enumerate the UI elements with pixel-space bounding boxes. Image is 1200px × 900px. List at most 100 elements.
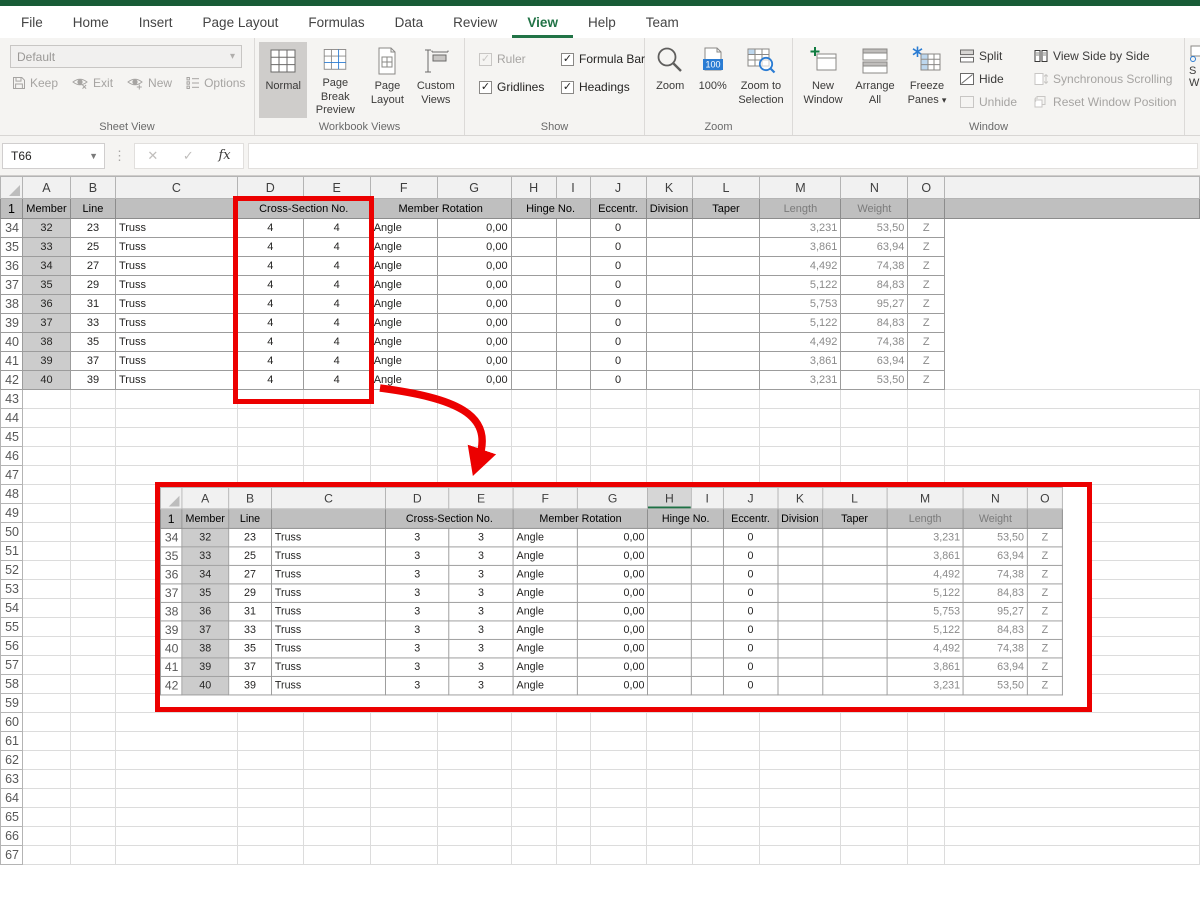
cell[interactable] [944, 712, 1200, 732]
options-button[interactable]: Options [186, 76, 245, 90]
header-cell[interactable]: Cross-Section No. [385, 508, 514, 529]
cell[interactable]: 0 [723, 675, 779, 696]
cell[interactable] [691, 712, 761, 732]
cell[interactable] [690, 601, 725, 622]
cell[interactable] [69, 693, 116, 713]
cell[interactable]: 4 [302, 370, 371, 390]
cell[interactable] [589, 731, 647, 751]
cell[interactable] [114, 826, 238, 846]
cell[interactable]: Z [907, 237, 946, 257]
cell[interactable] [944, 427, 1200, 447]
freeze-panes-button[interactable]: Freeze Panes ▾ [901, 42, 953, 118]
cell[interactable]: 0 [723, 657, 779, 677]
ribbon-tab-page-layout[interactable]: Page Layout [188, 6, 294, 38]
cell[interactable]: 3 [448, 546, 514, 566]
cell[interactable]: 0 [589, 218, 647, 238]
cell[interactable]: 53,50 [840, 218, 909, 238]
cell[interactable] [555, 313, 591, 333]
cell[interactable] [840, 788, 909, 808]
column-header-I[interactable]: I [555, 176, 591, 199]
cell[interactable] [821, 638, 888, 659]
cell[interactable] [69, 522, 116, 542]
cell[interactable]: 3 [385, 657, 450, 677]
cell[interactable] [907, 427, 946, 447]
cell[interactable]: Angle [512, 546, 578, 566]
cell[interactable] [510, 313, 557, 333]
cell[interactable] [645, 750, 693, 770]
cell[interactable] [555, 750, 591, 770]
cell[interactable] [691, 256, 761, 276]
cell[interactable] [647, 675, 692, 696]
cell[interactable]: 3,231 [759, 218, 842, 238]
cell[interactable] [69, 446, 116, 466]
cell[interactable] [555, 332, 591, 352]
cell[interactable]: 4,492 [759, 256, 842, 276]
cell[interactable]: 5,753 [886, 601, 964, 622]
cell[interactable]: 33 [21, 237, 71, 257]
cell[interactable]: 4 [236, 294, 304, 314]
cell[interactable]: 5,122 [886, 620, 964, 640]
header-cell[interactable]: Weight [840, 198, 909, 219]
cancel-button[interactable]: ✕ [147, 148, 158, 164]
column-header-J[interactable]: J [723, 487, 779, 510]
cell[interactable]: Truss [114, 256, 238, 276]
row-header-56[interactable]: 56 [0, 636, 23, 656]
cell[interactable]: 0 [589, 332, 647, 352]
cell[interactable] [236, 427, 304, 447]
row-header-65[interactable]: 65 [0, 807, 23, 827]
cell[interactable] [21, 579, 71, 599]
cell[interactable] [645, 845, 693, 865]
column-header-B[interactable]: B [69, 176, 116, 199]
cell[interactable] [690, 564, 725, 585]
cell[interactable] [302, 446, 371, 466]
cell[interactable]: 33 [228, 620, 272, 640]
cell[interactable] [589, 389, 647, 409]
cell[interactable] [21, 389, 71, 409]
row-header-40[interactable]: 40 [0, 332, 23, 352]
cell[interactable] [645, 408, 693, 428]
cell[interactable] [944, 446, 1200, 466]
cell[interactable] [69, 731, 116, 751]
cell[interactable]: Truss [270, 583, 387, 603]
cell[interactable] [69, 807, 116, 827]
cell[interactable] [589, 750, 647, 770]
gridlines-checkbox[interactable]: Gridlines [479, 80, 561, 94]
cell[interactable] [555, 769, 591, 789]
cell[interactable] [114, 845, 238, 865]
cell[interactable]: 36 [181, 601, 230, 622]
cell[interactable] [645, 769, 693, 789]
cell[interactable] [555, 731, 591, 751]
cell[interactable]: 3 [385, 638, 450, 659]
row-header-36[interactable]: 36 [160, 564, 183, 585]
cell[interactable]: Angle [369, 275, 438, 295]
cell[interactable]: 35 [69, 332, 116, 352]
cell[interactable]: Truss [114, 218, 238, 238]
cell[interactable] [691, 845, 761, 865]
cell[interactable] [645, 826, 693, 846]
cell[interactable] [647, 620, 692, 640]
cell[interactable] [510, 712, 557, 732]
cell[interactable] [647, 657, 692, 677]
header-cell[interactable]: Line [69, 198, 116, 219]
cell[interactable] [510, 788, 557, 808]
column-header-O[interactable]: O [907, 176, 946, 199]
row-header-35[interactable]: 35 [0, 237, 23, 257]
cell[interactable] [759, 446, 842, 466]
cell[interactable] [510, 218, 557, 238]
cell[interactable]: Truss [270, 657, 387, 677]
cell[interactable] [645, 427, 693, 447]
cell[interactable] [555, 845, 591, 865]
cell[interactable] [436, 826, 512, 846]
cell[interactable] [302, 750, 371, 770]
cell[interactable]: 0 [723, 583, 779, 603]
cell[interactable]: Truss [270, 675, 387, 696]
column-header-D[interactable]: D [236, 176, 304, 199]
cell[interactable] [691, 750, 761, 770]
split-button[interactable]: Split [959, 48, 1017, 64]
cell[interactable]: 3 [448, 527, 514, 548]
cell[interactable]: 0,00 [436, 294, 512, 314]
header-cell[interactable] [1026, 508, 1063, 529]
cell[interactable] [840, 389, 909, 409]
cell[interactable] [302, 712, 371, 732]
cell[interactable]: 4 [236, 256, 304, 276]
